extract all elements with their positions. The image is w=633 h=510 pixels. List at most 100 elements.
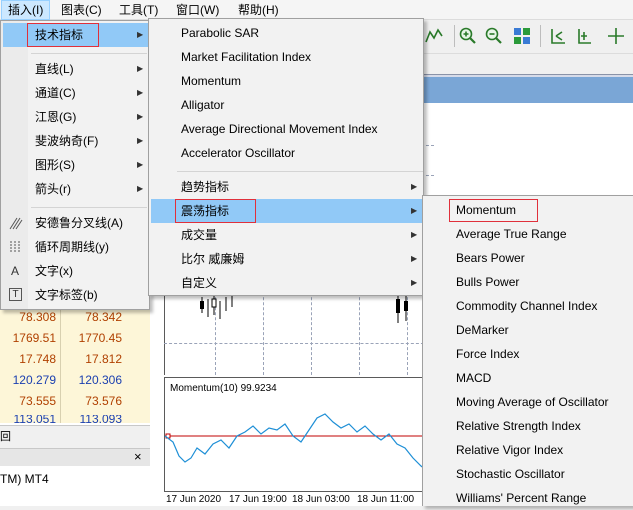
submenu-arrow-icon: ▶ [137,136,144,145]
menu-separator [177,171,423,172]
submenu-arrow-icon: ▶ [137,112,144,121]
menu-item-text-label[interactable]: T 文字标签(b) [3,283,148,307]
submenu-arrow-icon: ▶ [137,88,144,97]
submenu-arrow-icon: ▶ [411,230,418,239]
column-divider [60,303,61,423]
menu-item-commodity-channel-index[interactable]: Commodity Channel Index [425,294,633,318]
menu-item-rsi[interactable]: Relative Strength Index [425,414,633,438]
menu-item-momentum[interactable]: Momentum [151,69,422,93]
menu-item-shapes[interactable]: 图形(S) ▶ [3,153,148,177]
menu-item-rvi[interactable]: Relative Vigor Index [425,438,633,462]
menu-item-text[interactable]: A 文字(x) [3,259,148,283]
menu-item-average-true-range[interactable]: Average True Range [425,222,633,246]
menu-item-accelerator-oscillator[interactable]: Accelerator Oscillator [151,141,422,165]
submenu-arrow-icon: ▶ [137,30,144,39]
quote-ask: 120.306 [78,373,122,387]
submenu-arrow-icon: ▶ [137,64,144,73]
quote-ask: 17.812 [85,352,122,366]
menu-item-demarker[interactable]: DeMarker [425,318,633,342]
menu-charts[interactable]: 图表(C) [55,0,108,20]
menu-item-osma[interactable]: Moving Average of Oscillator [425,390,633,414]
menu-item-stochastic[interactable]: Stochastic Oscillator [425,462,633,486]
pitchfork-icon [9,217,23,230]
indicator-subwindow[interactable]: Momentum(10) 99.9234 [164,377,435,491]
menu-item-adx[interactable]: Average Directional Movement Index [151,117,422,141]
menu-item-trend[interactable]: 趋势指标 ▶ [151,175,422,199]
highlight-box [449,199,538,222]
menu-item-macd[interactable]: MACD [425,366,633,390]
insert-menu: 技术指标 ▶ 直线(L) ▶ 通道(C) ▶ 江恩(G) ▶ 斐波纳奇(F) ▶… [0,20,150,310]
oscillators-submenu: Momentum Average True Range Bears Power … [422,195,633,506]
momentum-plot [165,413,435,475]
menu-tools[interactable]: 工具(T) [113,0,164,20]
chart-shift-icon[interactable] [548,26,568,46]
menu-item-gann[interactable]: 江恩(G) ▶ [3,105,148,129]
submenu-arrow-icon: ▶ [411,206,418,215]
menu-item-cycle-lines[interactable]: 循环周期线(y) [3,235,148,259]
quote-ask: 73.576 [85,394,122,408]
menu-item-channels[interactable]: 通道(C) ▶ [3,81,148,105]
menu-item-arrows[interactable]: 箭头(r) ▶ [3,177,148,201]
menu-item-lines[interactable]: 直线(L) ▶ [3,57,148,81]
quote-ask: 113.093 [79,415,123,423]
zoom-out-icon[interactable] [484,26,504,46]
price-bars [200,293,233,319]
menu-insert[interactable]: 插入(I) [1,0,51,20]
quote-ask: 78.342 [85,310,122,324]
submenu-arrow-icon: ▶ [411,182,418,191]
menu-item-fibonacci[interactable]: 斐波纳奇(F) ▶ [3,129,148,153]
time-axis-label: 17 Jun 19:00 [229,494,287,505]
chart-toolbar: MN [410,20,633,66]
toolbar-separator [540,25,541,47]
text-icon: A [11,264,20,278]
menu-bar: 插入(I) 图表(C) 工具(T) 窗口(W) 帮助(H) [0,0,633,20]
time-axis-label: 18 Jun 11:00 [357,494,415,505]
market-watch-tabs: 回 [0,425,150,445]
quote-bid: 1769.51 [12,331,56,345]
toolbar-separator [454,25,455,47]
tile-windows-icon[interactable] [512,26,532,46]
menu-item-bulls-power[interactable]: Bulls Power [425,270,633,294]
line-study-icon[interactable] [424,26,444,46]
grid-line [164,343,434,344]
chart-title-bar [412,77,633,103]
text-label-icon: T [9,288,22,301]
submenu-arrow-icon: ▶ [411,254,418,263]
zoom-in-icon[interactable] [458,26,478,46]
quote-bid: 73.555 [19,394,56,408]
menu-item-bears-power[interactable]: Bears Power [425,246,633,270]
close-icon[interactable]: × [134,449,142,464]
highlight-box [27,23,99,47]
crosshair-icon[interactable] [606,26,626,46]
submenu-arrow-icon: ▶ [137,184,144,193]
time-axis-label: 18 Jun 03:00 [292,494,350,505]
cycle-lines-icon [10,241,20,253]
quote-bid: 120.279 [12,373,56,387]
menu-item-williams-percent-range[interactable]: Williams' Percent Range [425,486,633,510]
menu-item-custom[interactable]: 自定义 ▶ [151,271,422,295]
menu-window[interactable]: 窗口(W) [170,0,225,20]
price-bars [396,293,408,323]
quote-ask: 1770.45 [78,331,122,345]
menu-item-bill-williams[interactable]: 比尔 威廉姆 ▶ [151,247,422,271]
menu-item-market-facilitation-index[interactable]: Market Facilitation Index [151,45,422,69]
market-watch-panel: 78.308 78.342 1769.51 1770.45 17.748 17.… [0,303,150,425]
menu-item-parabolic-sar[interactable]: Parabolic SAR [151,21,422,45]
menu-help[interactable]: 帮助(H) [232,0,285,20]
momentum-line [165,413,435,475]
navigator-panel: TM) MT4 [0,466,150,506]
highlight-box [175,199,256,223]
auto-scroll-icon[interactable] [574,26,594,46]
navigator-root-label[interactable]: TM) MT4 [0,472,49,486]
tab-fragment[interactable]: 回 [0,428,11,444]
quote-bid: 78.308 [19,310,56,324]
menu-item-volumes[interactable]: 成交量 ▶ [151,223,422,247]
menu-item-alligator[interactable]: Alligator [151,93,422,117]
menu-item-andrews-pitchfork[interactable]: 安德鲁分叉线(A) [3,211,148,235]
menu-item-force-index[interactable]: Force Index [425,342,633,366]
submenu-arrow-icon: ▶ [137,160,144,169]
time-axis-label: 17 Jun 2020 [166,494,222,505]
menu-separator [31,53,147,54]
timeframe-bar [410,54,633,74]
submenu-arrow-icon: ▶ [411,278,418,287]
